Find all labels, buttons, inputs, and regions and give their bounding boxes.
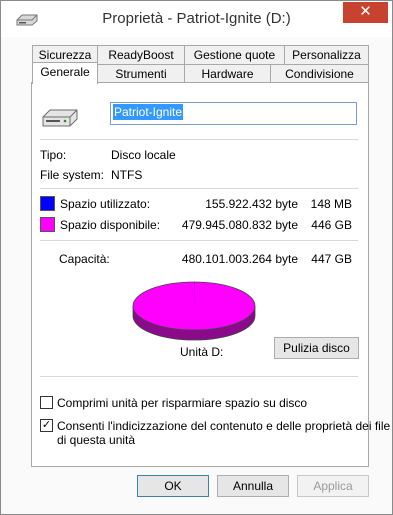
file-system-value: NTFS — [111, 168, 143, 182]
used-space-size: 148 MB — [310, 197, 352, 211]
used-space-bytes: 155.922.432 byte — [205, 197, 298, 211]
cancel-button[interactable]: Annulla — [217, 475, 289, 497]
type-label: Tipo: — [40, 148, 67, 162]
capacity-label: Capacità: — [59, 252, 110, 266]
divider — [40, 376, 358, 377]
tab-hardware[interactable]: Hardware — [184, 64, 271, 84]
used-space-swatch — [40, 196, 55, 211]
free-space-size: 446 GB — [311, 218, 352, 232]
index-label-line1[interactable]: Consenti l'indicizzazione del contenuto … — [57, 419, 390, 433]
title-bar[interactable]: Proprietà - Patriot-Ignite (D:) ✕ — [1, 1, 392, 37]
free-space-label: Spazio disponibile: — [60, 218, 161, 232]
usage-pie-chart — [132, 280, 256, 342]
window-title: Proprietà - Patriot-Ignite (D:) — [102, 10, 291, 27]
divider — [40, 240, 358, 241]
tab-tools[interactable]: Strumenti — [97, 64, 185, 84]
tab-general[interactable]: Generale — [32, 62, 98, 84]
type-value: Disco locale — [111, 148, 176, 162]
drive-name-text: Patriot-Ignite — [113, 104, 184, 120]
usage-pie-svg — [132, 281, 256, 341]
apply-button[interactable]: Applica — [297, 475, 369, 497]
tab-strip: Sicurezza ReadyBoost Gestione quote Pers… — [32, 45, 369, 85]
general-panel: Patriot-Ignite Tipo: Disco locale File s… — [31, 82, 390, 467]
disk-cleanup-button[interactable]: Pulizia disco — [274, 337, 359, 359]
free-space-swatch — [40, 217, 55, 232]
hard-drive-icon — [42, 109, 78, 127]
used-space-label: Spazio utilizzato: — [60, 197, 151, 211]
compress-label[interactable]: Comprimi unità per risparmiare spazio su… — [57, 396, 307, 410]
divider — [40, 188, 358, 189]
tab-readyboost[interactable]: ReadyBoost — [97, 45, 185, 65]
capacity-size: 447 GB — [311, 252, 352, 266]
tab-customize[interactable]: Personalizza — [284, 45, 369, 65]
tab-sharing[interactable]: Condivisione — [270, 64, 369, 84]
drive-letter-label: Unità D: — [180, 345, 224, 359]
drive-name-input[interactable]: Patriot-Ignite — [110, 102, 357, 125]
properties-window: Proprietà - Patriot-Ignite (D:) ✕ Sicure… — [0, 0, 393, 515]
index-checkbox[interactable]: ✓ — [40, 419, 53, 432]
file-system-label: File system: — [40, 168, 105, 182]
free-space-bytes: 479.945.080.832 byte — [181, 218, 298, 232]
index-label-line2[interactable]: di questa unità — [57, 433, 135, 447]
ok-button[interactable]: OK — [137, 475, 209, 497]
compress-checkbox[interactable] — [40, 396, 53, 409]
close-button[interactable]: ✕ — [343, 2, 388, 23]
capacity-bytes: 480.101.003.264 byte — [181, 252, 298, 266]
tab-quota-management[interactable]: Gestione quote — [184, 45, 285, 65]
divider — [40, 139, 358, 140]
